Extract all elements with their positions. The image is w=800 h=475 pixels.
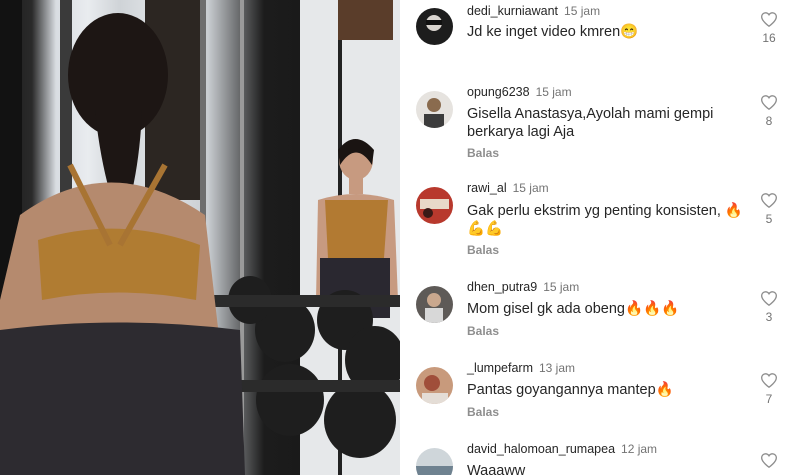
avatar[interactable] (416, 367, 453, 404)
heart-icon (761, 95, 777, 110)
avatar[interactable] (416, 448, 453, 475)
comment-time: 15 jam (564, 4, 601, 18)
comment-username[interactable]: rawi_al 15 jam (467, 181, 549, 195)
like-count: 3 (765, 310, 773, 324)
avatar[interactable] (416, 8, 453, 45)
comment-time: 13 jam (539, 361, 576, 375)
comment-text: Gisella Anastasya,Ayolah mami gempi berk… (467, 106, 714, 140)
comment-username[interactable]: _lumpefarm 13 jam (467, 361, 575, 375)
avatar[interactable] (416, 91, 453, 128)
reply-button[interactable]: Balas (467, 243, 499, 257)
heart-icon (761, 12, 777, 27)
comment-item: david_halomoan_rumapea 12 jam Waaaww (400, 440, 800, 475)
comment-username[interactable]: opung6238 15 jam (467, 85, 572, 99)
gym-photo-illustration (0, 0, 400, 475)
comment-text: Gak perlu ekstrim yg penting konsisten, … (467, 203, 743, 237)
like-button[interactable]: 16 (756, 12, 782, 45)
heart-icon (761, 193, 777, 208)
comment-time: 15 jam (543, 280, 580, 294)
comment-item: opung6238 15 jam Gisella Anastasya,Ayolah… (400, 82, 800, 162)
heart-icon (761, 453, 777, 468)
heart-icon (761, 291, 777, 306)
comment-item: _lumpefarm 13 jam Pantas goyangannya mant… (400, 359, 800, 439)
comment-time: 12 jam (621, 442, 658, 456)
comments-panel: dedi_kurniawant 15 jam Jd ke inget video … (400, 0, 800, 475)
heart-icon (761, 373, 777, 388)
like-count: 5 (765, 212, 773, 226)
avatar[interactable] (416, 187, 453, 224)
comment-username[interactable]: dhen_putra9 15 jam (467, 280, 579, 294)
comment-username[interactable]: david_halomoan_rumapea 12 jam (467, 442, 657, 456)
reply-button[interactable]: Balas (467, 405, 499, 419)
comment-username[interactable]: dedi_kurniawant 15 jam (467, 4, 600, 18)
avatar[interactable] (416, 286, 453, 323)
reply-button[interactable]: Balas (467, 324, 499, 338)
like-button[interactable]: 3 (756, 291, 782, 324)
like-button[interactable]: 5 (756, 193, 782, 226)
comment-text: Mom gisel gk ada obeng🔥🔥🔥 (467, 301, 680, 317)
reply-button[interactable]: Balas (467, 146, 499, 160)
comment-time: 15 jam (535, 85, 572, 99)
comment-item: dhen_putra9 15 jam Mom gisel gk ada obeng… (400, 278, 800, 358)
like-count: 16 (762, 31, 776, 45)
like-button[interactable]: 7 (756, 373, 782, 406)
like-button[interactable] (756, 453, 782, 468)
like-count: 8 (765, 114, 773, 128)
comment-text: Jd ke inget video kmren😁 (467, 24, 639, 40)
comment-time: 15 jam (512, 181, 549, 195)
comment-text: Pantas goyangannya mantep🔥 (467, 382, 674, 398)
like-count: 7 (765, 392, 773, 406)
comment-item: rawi_al 15 jam Gak perlu ekstrim yg penti… (400, 180, 800, 264)
like-button[interactable]: 8 (756, 95, 782, 128)
comment-item: dedi_kurniawant 15 jam Jd ke inget video … (400, 0, 800, 80)
comment-text: Waaaww (467, 463, 526, 475)
post-photo (0, 0, 400, 475)
